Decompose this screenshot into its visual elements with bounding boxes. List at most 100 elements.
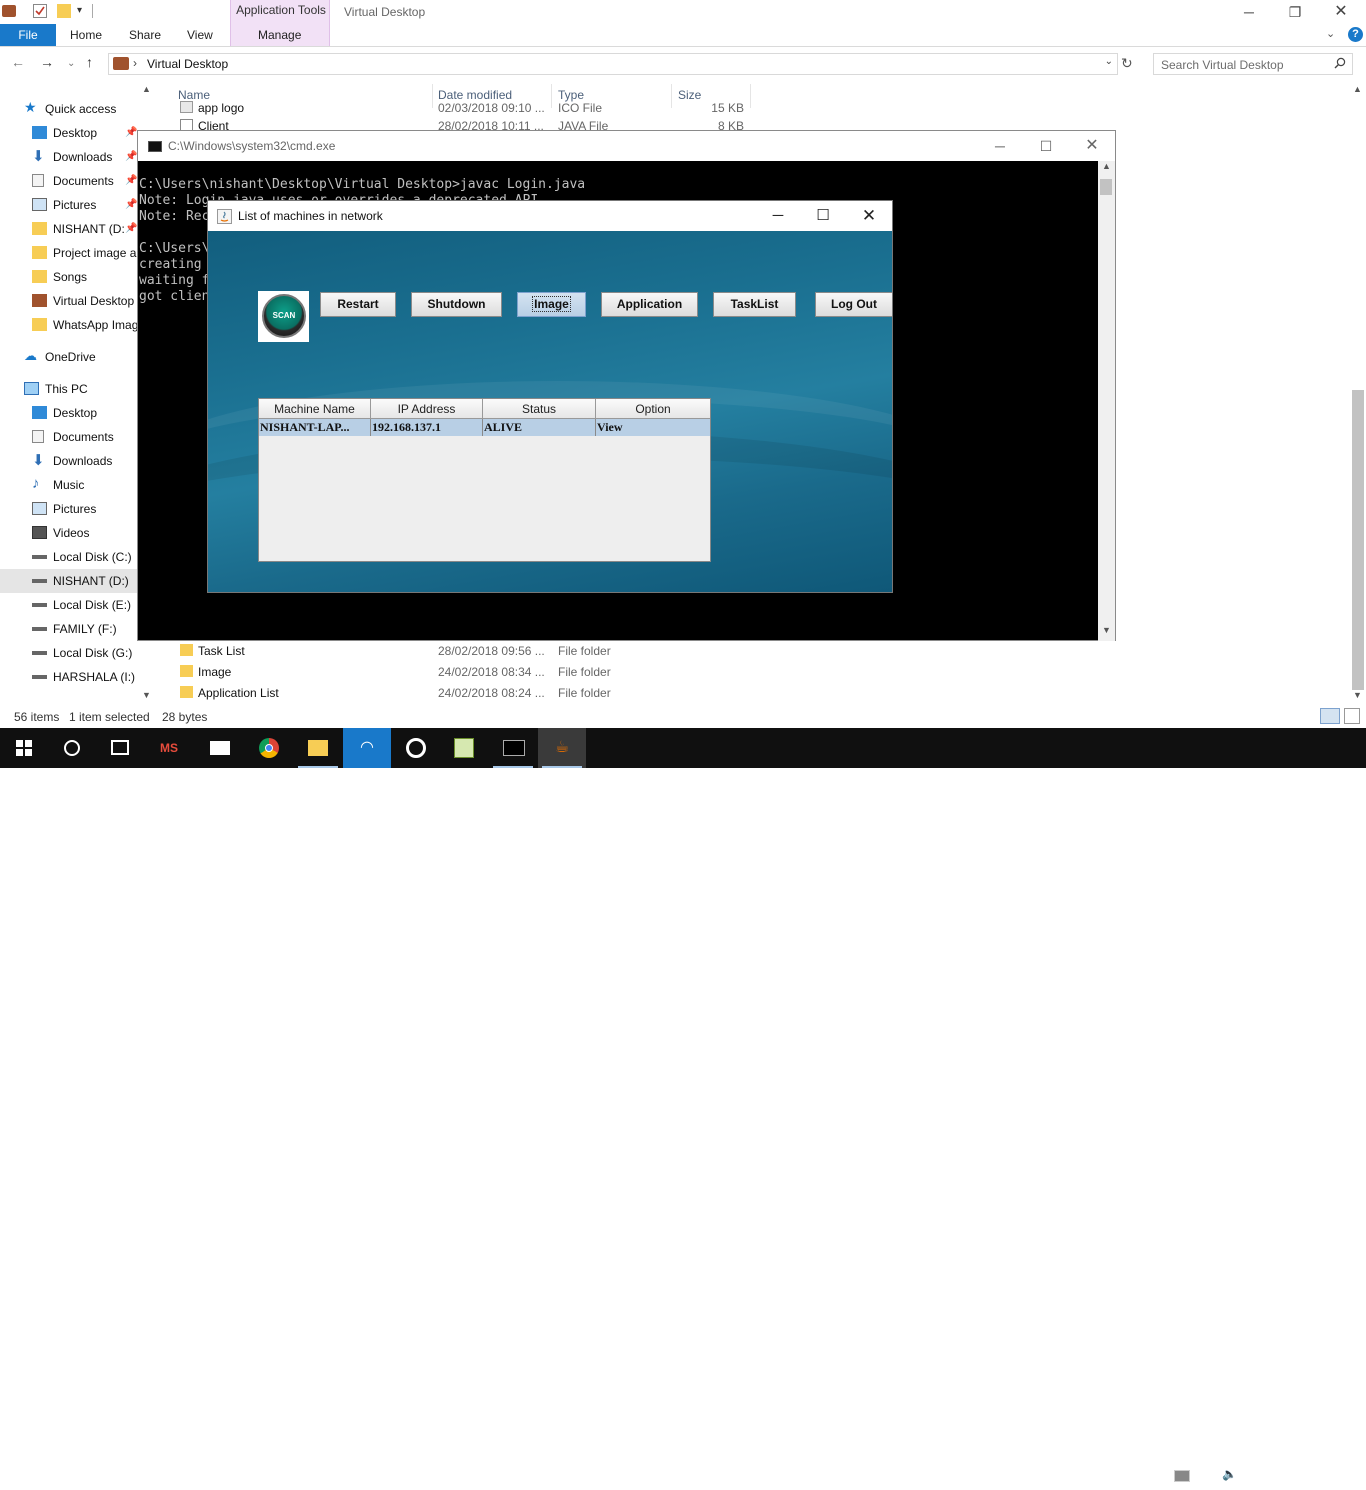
cmd-scrollbar[interactable]: ▲ ▼ xyxy=(1098,161,1115,641)
task-view-button[interactable] xyxy=(96,728,144,768)
tab-share[interactable]: Share xyxy=(129,24,161,46)
nav-item-songs[interactable]: Songs xyxy=(0,265,138,289)
tasklist-button[interactable]: TaskList xyxy=(713,292,796,317)
address-path[interactable]: Virtual Desktop xyxy=(147,57,228,71)
table-header-machine-name[interactable]: Machine Name xyxy=(259,399,371,419)
nav-item-nishant[interactable]: NISHANT (D: 📌 xyxy=(0,217,138,241)
chevron-up-icon[interactable]: ⌃ xyxy=(1128,1467,1138,1481)
nav-pc-drive-e[interactable]: Local Disk (E:) xyxy=(0,593,138,617)
help-icon[interactable]: ? xyxy=(1348,27,1363,42)
taskbar-app-explorer[interactable] xyxy=(294,728,342,768)
nav-pc-drive-c[interactable]: Local Disk (C:) xyxy=(0,545,138,569)
nav-item-virtual-desktop[interactable]: Virtual Desktop xyxy=(0,289,138,313)
details-view-icon[interactable] xyxy=(1320,708,1340,724)
chevron-right-icon[interactable]: › xyxy=(133,56,137,70)
table-cell-option[interactable]: View xyxy=(596,419,710,436)
tab-home[interactable]: Home xyxy=(70,24,102,46)
nav-pc-drive-d[interactable]: NISHANT (D:) xyxy=(0,569,138,593)
back-arrow-icon[interactable]: ← xyxy=(11,54,25,70)
nav-item-pictures[interactable]: Pictures 📌 xyxy=(0,193,138,217)
taskbar-app-chrome[interactable] xyxy=(245,728,293,768)
display-icon[interactable] xyxy=(1174,1470,1190,1482)
taskbar-app-cmd[interactable] xyxy=(489,728,537,768)
scroll-up-icon[interactable]: ▲ xyxy=(1102,161,1111,171)
file-row[interactable]: Task List 28/02/2018 09:56 ... File fold… xyxy=(178,641,758,662)
scrollbar-thumb[interactable] xyxy=(1352,390,1364,690)
table-cell-status[interactable]: ALIVE xyxy=(483,419,596,436)
search-input[interactable]: Search Virtual Desktop xyxy=(1153,53,1353,75)
maximize-button[interactable]: ❐ xyxy=(1272,2,1318,22)
nav-item-project-image[interactable]: Project image an xyxy=(0,241,143,265)
recent-locations-icon[interactable]: ⌄ xyxy=(67,58,75,69)
large-icons-view-icon[interactable] xyxy=(1344,708,1360,724)
nav-pc-drive-i[interactable]: HARSHALA (I:) xyxy=(0,665,138,689)
nav-pc-videos[interactable]: Videos xyxy=(0,521,138,545)
address-bar[interactable]: › Virtual Desktop ⌄ xyxy=(108,53,1118,75)
image-button[interactable]: Image xyxy=(517,292,586,317)
table-header-status[interactable]: Status xyxy=(483,399,596,419)
restart-button[interactable]: Restart xyxy=(320,292,396,317)
taskbar-app-mail[interactable] xyxy=(196,728,244,768)
scroll-up-icon[interactable]: ▲ xyxy=(1353,84,1362,94)
close-button[interactable]: ✕ xyxy=(1318,2,1364,22)
new-folder-icon[interactable] xyxy=(57,4,71,18)
machines-table[interactable]: Machine Name IP Address Status Option NI… xyxy=(258,398,711,562)
nav-pc-documents[interactable]: Documents xyxy=(0,425,138,449)
notification-icon[interactable] xyxy=(1326,1469,1342,1483)
cortana-button[interactable] xyxy=(48,728,96,768)
table-header-option[interactable]: Option xyxy=(596,399,710,419)
tab-manage[interactable]: Manage xyxy=(258,24,301,46)
scan-icon[interactable]: SCAN xyxy=(262,294,306,338)
scan-button[interactable]: SCAN xyxy=(258,291,309,342)
scroll-up-icon[interactable]: ▲ xyxy=(142,84,151,94)
battery-icon[interactable] xyxy=(1198,1471,1216,1481)
folder-icon[interactable] xyxy=(2,5,16,17)
file-row[interactable]: Application List 24/02/2018 08:24 ... Fi… xyxy=(178,683,758,704)
table-cell-machine-name[interactable]: NISHANT-LAP... xyxy=(259,419,371,436)
table-header-ip-address[interactable]: IP Address xyxy=(371,399,483,419)
nav-pc-drive-f[interactable]: FAMILY (F:) xyxy=(0,617,138,641)
chevron-down-icon[interactable]: ⌄ xyxy=(1326,27,1335,40)
nav-pc-drive-g[interactable]: Local Disk (G:) xyxy=(0,641,138,665)
up-arrow-icon[interactable]: ↑ xyxy=(86,54,93,70)
start-button[interactable] xyxy=(0,728,48,768)
scrollbar-thumb[interactable] xyxy=(1100,179,1112,195)
taskbar-app-java[interactable]: ☕ xyxy=(538,728,586,768)
minimize-button[interactable]: ─ xyxy=(755,206,801,226)
nav-pc-downloads[interactable]: ⬇ Downloads xyxy=(0,449,138,473)
maximize-button[interactable]: ☐ xyxy=(800,206,846,226)
tab-view[interactable]: View xyxy=(187,24,213,46)
nav-item-whatsapp[interactable]: WhatsApp Imag xyxy=(0,313,138,337)
taskbar-app-ms[interactable]: MS xyxy=(146,728,194,768)
application-button[interactable]: Application xyxy=(601,292,698,317)
tab-file[interactable]: File xyxy=(0,24,56,46)
nav-this-pc[interactable]: This PC xyxy=(0,377,138,401)
scroll-down-icon[interactable]: ▼ xyxy=(1353,690,1362,700)
chevron-down-icon[interactable]: ⌄ xyxy=(1105,56,1113,67)
nav-onedrive[interactable]: ☁ OneDrive xyxy=(0,345,138,369)
taskbar-app-network[interactable]: ◠ xyxy=(343,728,391,768)
nav-quick-access[interactable]: ★ Quick access xyxy=(0,97,138,121)
scroll-down-icon[interactable]: ▼ xyxy=(1102,625,1111,635)
nav-item-desktop[interactable]: Desktop 📌 xyxy=(0,121,138,145)
close-button[interactable]: ✕ xyxy=(846,206,892,226)
volume-icon[interactable]: 🔈 xyxy=(1222,1467,1237,1481)
nav-pc-pictures[interactable]: Pictures xyxy=(0,497,138,521)
forward-arrow-icon[interactable]: → xyxy=(40,54,54,70)
minimize-button[interactable]: ─ xyxy=(1226,2,1272,22)
nav-pc-desktop[interactable]: Desktop xyxy=(0,401,138,425)
nav-item-documents[interactable]: Documents 📌 xyxy=(0,169,138,193)
nav-pc-music[interactable]: ♪ Music xyxy=(0,473,138,497)
logout-button[interactable]: Log Out xyxy=(815,292,892,317)
shutdown-button[interactable]: Shutdown xyxy=(411,292,502,317)
scroll-down-icon[interactable]: ▼ xyxy=(142,690,151,700)
properties-icon[interactable] xyxy=(33,4,47,18)
search-icon[interactable] xyxy=(1334,57,1346,69)
network-icon[interactable]: ⚡ xyxy=(1150,1467,1158,1481)
customize-qat-icon[interactable]: ▾ xyxy=(77,4,91,18)
table-cell-ip-address[interactable]: 192.168.137.1 xyxy=(371,419,483,436)
file-row[interactable]: Image 24/02/2018 08:34 ... File folder xyxy=(178,662,758,683)
taskbar-app-groove[interactable] xyxy=(392,728,440,768)
clock[interactable]: 01:05 AM 03/03/2018 xyxy=(1244,1460,1310,1490)
nav-item-downloads[interactable]: ⬇ Downloads 📌 xyxy=(0,145,138,169)
